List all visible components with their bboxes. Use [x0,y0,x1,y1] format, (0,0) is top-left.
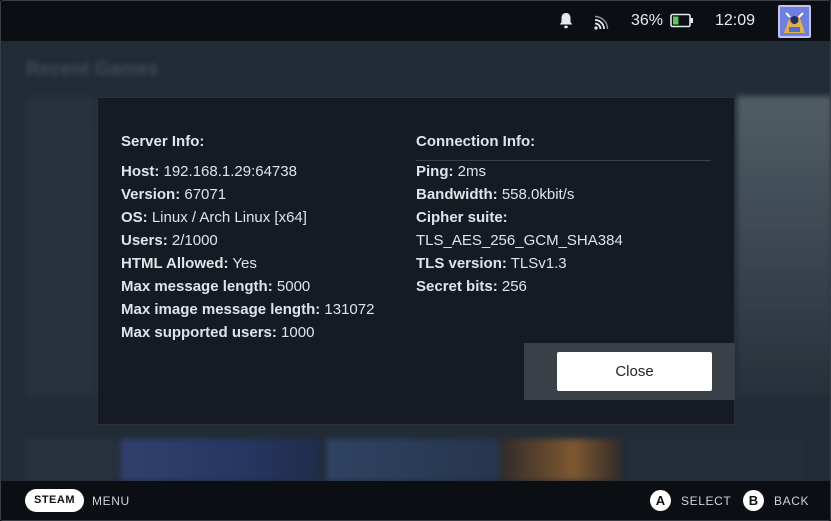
info-key: HTML Allowed: [121,255,229,272]
info-row: Max message length: 5000 [121,275,401,298]
steam-deck-screen: 36% 12:09 Recent Games Server Info: Host… [0,0,831,521]
info-value: 192.168.1.29:64738 [163,163,297,180]
background-tile [26,96,96,396]
battery-percent: 36% [631,12,664,29]
info-key: Secret bits: [416,278,498,295]
info-key: Host: [121,163,160,180]
cast-icon[interactable] [594,14,610,30]
battery-icon[interactable] [670,13,694,28]
info-row: Ping: 2ms [416,160,711,183]
info-value: 2/1000 [171,232,218,249]
info-key: TLS version: [416,255,507,272]
button-focus-zone: Close [524,343,735,400]
a-button-glyph[interactable]: A [650,490,671,511]
background-tile [121,439,321,481]
server-info-title: Server Info: [121,133,205,150]
info-key: Bandwidth: [416,186,498,203]
menu-hint-label: MENU [92,494,130,508]
top-status-bar: 36% 12:09 [1,1,830,41]
steam-button[interactable]: STEAM [25,489,84,512]
b-button-glyph[interactable]: B [743,490,764,511]
info-row: TLS version: TLSv1.3 [416,252,711,275]
info-key: Version: [121,186,181,203]
info-key: OS: [121,209,148,226]
info-row: Host: 192.168.1.29:64738 [121,160,401,183]
info-row: Version: 67071 [121,183,401,206]
connection-info-column: Connection Info: Ping: 2ms Bandwidth: 55… [416,132,711,298]
info-key: Users: [121,232,168,249]
info-value: 67071 [184,186,227,203]
avatar[interactable] [778,5,811,38]
bottom-controller-bar: STEAM MENU A SELECT B BACK [1,481,830,520]
info-value: TLS_AES_256_GCM_SHA384 [416,232,623,249]
info-row: TLS_AES_256_GCM_SHA384 [416,229,711,252]
bell-icon[interactable] [558,12,574,30]
info-key: Max supported users: [121,324,277,341]
server-info-dialog: Server Info: Host: 192.168.1.29:64738 Ve… [97,97,735,425]
info-key: Max image message length: [121,301,321,318]
info-value: 256 [501,278,527,295]
info-row: Bandwidth: 558.0kbit/s [416,183,711,206]
avatar-image [780,7,809,36]
server-info-column: Server Info: Host: 192.168.1.29:64738 Ve… [121,132,401,344]
info-row: Max supported users: 1000 [121,321,401,344]
info-row: Secret bits: 256 [416,275,711,298]
select-hint-label: SELECT [681,494,732,508]
info-key: Ping: [416,163,454,180]
info-key: Max message length: [121,278,273,295]
recent-games-heading: Recent Games [26,59,159,80]
background-tile [629,439,804,481]
close-button[interactable]: Close [557,352,712,391]
info-value: 2ms [457,163,487,180]
background-tile [501,439,621,481]
info-value: 1000 [281,324,315,341]
info-value: 5000 [276,278,311,295]
info-row: Max image message length: 131072 [121,298,401,321]
back-hint-label: BACK [774,494,810,508]
background-tile [326,439,501,481]
info-value: Linux / Arch Linux [x64] [151,209,307,226]
info-row: Users: 2/1000 [121,229,401,252]
info-value: Yes [232,255,257,272]
info-value: TLSv1.3 [510,255,567,272]
info-value: 558.0kbit/s [501,186,575,203]
info-row: HTML Allowed: Yes [121,252,401,275]
info-row: OS: Linux / Arch Linux [x64] [121,206,401,229]
info-row: Cipher suite: [416,206,711,229]
clock-time: 12:09 [715,12,756,29]
connection-info-title: Connection Info: [416,133,536,150]
info-key: Cipher suite: [416,209,508,226]
background-tile [737,96,830,396]
background-tile [26,439,121,481]
info-value: 131072 [324,301,375,318]
